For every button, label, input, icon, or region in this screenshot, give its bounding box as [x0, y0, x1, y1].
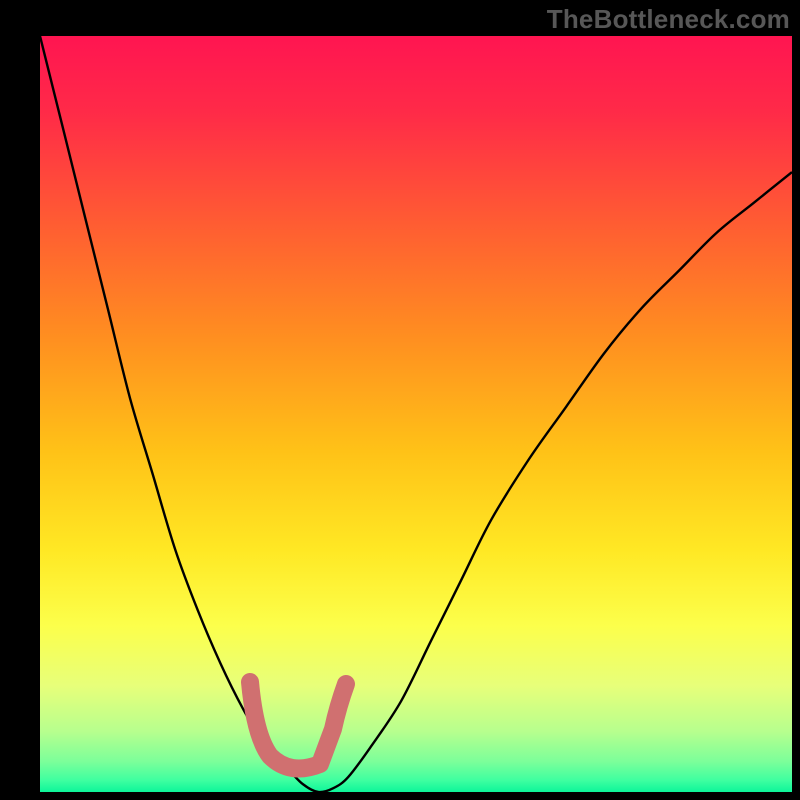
- plot-area: [40, 36, 792, 792]
- gradient-background: [40, 36, 792, 792]
- chart-frame: TheBottleneck.com: [0, 0, 800, 800]
- plot-svg: [40, 36, 792, 792]
- watermark-label: TheBottleneck.com: [547, 4, 790, 35]
